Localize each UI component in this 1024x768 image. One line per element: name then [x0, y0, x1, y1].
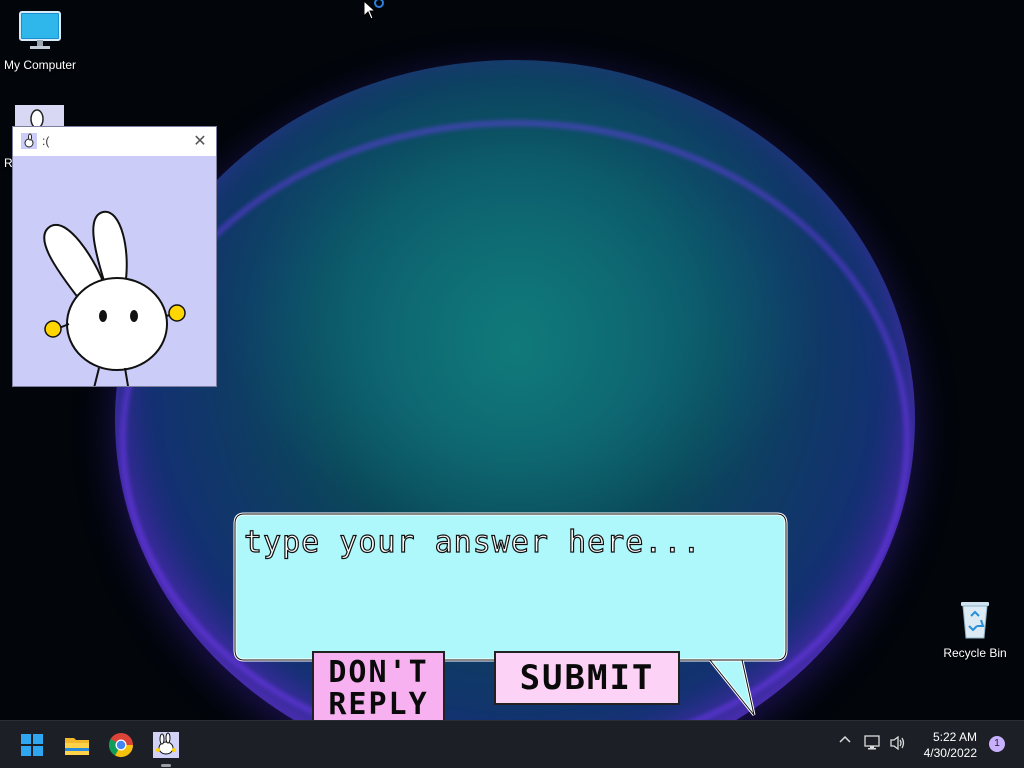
- volume-icon[interactable]: [889, 735, 907, 755]
- taskbar: 5:22 AM 4/30/2022: [0, 720, 1024, 768]
- system-clock[interactable]: 5:22 AM 4/30/2022: [924, 729, 977, 761]
- chevron-up-icon[interactable]: [838, 733, 852, 751]
- active-app-indicator: [161, 764, 171, 767]
- answer-input[interactable]: [244, 522, 754, 562]
- monitor-icon: [19, 11, 61, 49]
- bunny-window: :( ✕: [12, 126, 217, 393]
- desktop-wallpaper: My Computer R Recycle Bin :( ✕ type your…: [0, 0, 1024, 720]
- dont-reply-button[interactable]: DON'T REPLY: [312, 651, 445, 720]
- submit-button[interactable]: SUBMIT: [494, 651, 680, 705]
- bunny-character-illustration: [43, 210, 186, 393]
- my-computer-desktop-icon[interactable]: My Computer: [2, 10, 78, 72]
- clock-time: 5:22 AM: [932, 730, 977, 744]
- file-explorer-icon[interactable]: [61, 729, 93, 761]
- mouse-cursor-icon: [363, 0, 384, 20]
- dont-reply-line2: REPLY: [328, 687, 429, 721]
- window-title: :(: [42, 134, 50, 148]
- recycle-bin-icon: [961, 602, 989, 639]
- recycle-bin-label: Recycle Bin: [943, 646, 1007, 660]
- chrome-icon[interactable]: [105, 729, 137, 761]
- dont-reply-line1: DON'T: [328, 655, 429, 690]
- recycle-bin-desktop-icon[interactable]: Recycle Bin: [940, 596, 1010, 660]
- my-computer-label: My Computer: [3, 58, 77, 72]
- window-titlebar[interactable]: :( ✕: [13, 127, 216, 156]
- close-icon[interactable]: ✕: [190, 131, 210, 151]
- network-icon[interactable]: [864, 735, 882, 755]
- bunny-taskbar-icon[interactable]: [150, 729, 182, 761]
- bunny-app-icon: [21, 133, 37, 149]
- notification-badge[interactable]: 1: [989, 736, 1005, 752]
- start-icon[interactable]: [16, 729, 48, 761]
- clock-date: 4/30/2022: [923, 746, 977, 760]
